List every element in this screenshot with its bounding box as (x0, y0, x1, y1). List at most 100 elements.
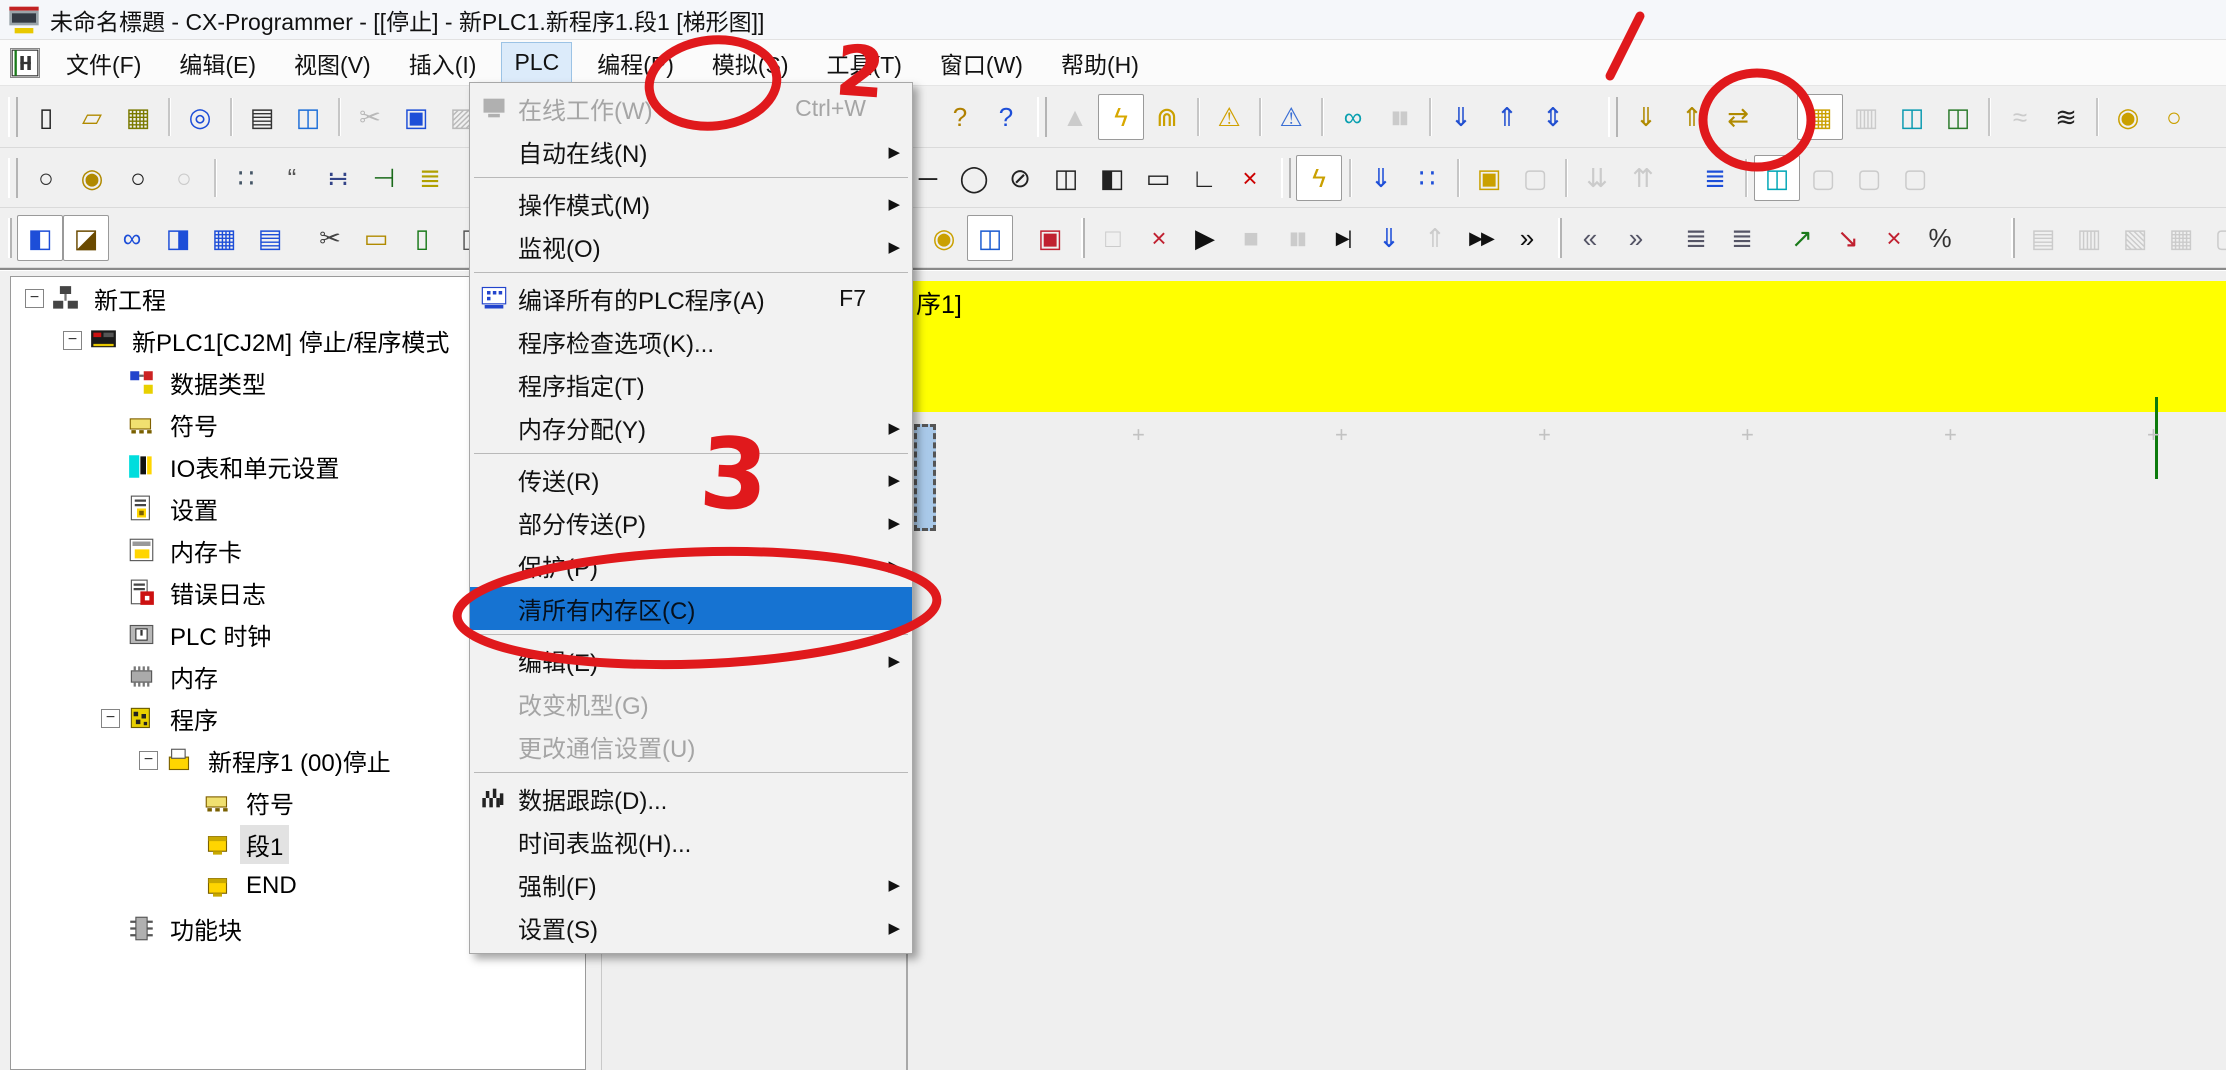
context-help-icon[interactable]: ? (983, 94, 1029, 140)
io-window-icon[interactable]: ▦ (201, 215, 247, 261)
menu-item-23[interactable]: 设置(S)▶ (470, 906, 912, 949)
run-mode-icon[interactable]: ◫ (1935, 94, 1981, 140)
menu-item-20[interactable]: 数据跟踪(D)... (470, 777, 912, 820)
tree-expand-box[interactable]: − (101, 709, 120, 728)
menu-item-6[interactable]: 编译所有的PLC程序(A)F7 (470, 277, 912, 320)
tree-expand-box[interactable]: − (139, 751, 158, 770)
open-coil-icon[interactable]: ◫ (1043, 155, 1089, 201)
online-compile-icon[interactable]: ∷ (1404, 155, 1450, 201)
toolbar-grip[interactable] (2011, 218, 2015, 258)
address-reference-icon[interactable]: ✂ (307, 215, 353, 261)
simulator-window-icon[interactable]: ▣ (1027, 215, 1073, 261)
ladder-cursor-cell[interactable] (914, 424, 936, 531)
ladder-window-icon[interactable] (10, 48, 40, 78)
quick-upload-icon[interactable]: ⇑ (1669, 94, 1715, 140)
menu-item-11[interactable]: 传送(R)▶ (470, 458, 912, 501)
grid-icon[interactable]: ∷ (223, 155, 269, 201)
menubar-item-0[interactable]: 文件(F) (54, 40, 153, 86)
open-contact-icon[interactable]: ◯ (951, 155, 997, 201)
build-window-icon[interactable]: ◪ (63, 215, 109, 261)
toolbar-grip[interactable] (8, 97, 18, 137)
menubar-item-3[interactable]: 插入(I) (397, 40, 489, 86)
menu-item-9[interactable]: 内存分配(Y)▶ (470, 406, 912, 449)
local-window-icon[interactable]: ▯ (399, 215, 445, 261)
online-edit-icon[interactable]: ▣ (1466, 155, 1512, 201)
toolbar-grip[interactable] (1037, 97, 1047, 137)
open-folder-icon[interactable]: ▱ (69, 94, 115, 140)
step-next-icon[interactable]: ▶| (1320, 215, 1366, 261)
monitor-warning-icon[interactable]: ⚠ (1268, 94, 1314, 140)
menu-item-14[interactable]: 清所有内存区(C) (470, 587, 912, 630)
app-icon[interactable] (8, 4, 40, 36)
menubar-item-1[interactable]: 编辑(E) (167, 40, 268, 86)
toolbar-grip[interactable] (1608, 97, 1618, 137)
crossref-window-icon[interactable]: ◨ (155, 215, 201, 261)
force-cancel-icon[interactable]: × (1871, 215, 1917, 261)
menubar-item-8[interactable]: 窗口(W) (928, 40, 1035, 86)
menubar-item-plc[interactable]: PLC (502, 43, 571, 82)
program-mode-icon[interactable]: ▦ (1797, 94, 1843, 140)
vertical-line-icon[interactable]: ∟ (1181, 155, 1227, 201)
rung-list-icon[interactable]: ≣ (1673, 215, 1719, 261)
rung-comment-icon[interactable]: “ (269, 155, 315, 201)
zoom-large-icon[interactable]: ○ (115, 155, 161, 201)
menu-item-21[interactable]: 时间表监视(H)... (470, 820, 912, 863)
quick-compare-icon[interactable]: ⇄ (1715, 94, 1761, 140)
watch-window-icon[interactable]: ∞ (109, 215, 155, 261)
menu-item-7[interactable]: 程序检查选项(K)... (470, 320, 912, 363)
force-off-icon[interactable]: ↘ (1825, 215, 1871, 261)
menu-item-3[interactable]: 操作模式(M)▶ (470, 182, 912, 225)
menubar-item-5[interactable]: 编程(P) (585, 40, 686, 86)
rung-comment-header[interactable]: 序1] (908, 281, 2226, 412)
rung-wrap-icon[interactable]: ≣ (1719, 215, 1765, 261)
toolbar-grip[interactable] (8, 158, 18, 198)
closed-coil-icon[interactable]: ◧ (1089, 155, 1135, 201)
window-monitor-icon[interactable]: ϟ (1296, 155, 1342, 201)
help-icon[interactable]: ? (937, 94, 983, 140)
find-report-icon[interactable]: ◎ (177, 94, 223, 140)
fast-forward-icon[interactable]: ▶▶ (1458, 215, 1504, 261)
stop-sim-icon[interactable]: × (1136, 215, 1182, 261)
menu-item-22[interactable]: 强制(F)▶ (470, 863, 912, 906)
menu-item-4[interactable]: 监视(O)▶ (470, 225, 912, 268)
output-window-icon[interactable]: ▤ (247, 215, 293, 261)
work-online-warning-icon[interactable]: ⚠ (1206, 94, 1252, 140)
online-edit-lock-icon[interactable]: ◉ (921, 215, 967, 261)
differential-monitor-icon[interactable]: % (1917, 215, 1963, 261)
play-icon[interactable]: ▶ (1182, 215, 1228, 261)
monitor-mode-icon[interactable]: ◫ (1889, 94, 1935, 140)
pause-monitor-icon[interactable]: ∞ (1330, 94, 1376, 140)
menu-item-1[interactable]: 自动在线(N)▶ (470, 130, 912, 173)
print-preview-icon[interactable]: ◫ (285, 94, 331, 140)
project-window-icon[interactable]: ◧ (17, 215, 63, 261)
menubar-item-7[interactable]: 工具(T) (815, 40, 914, 86)
indent-right-icon[interactable]: » (1613, 215, 1659, 261)
indent-left-icon[interactable]: « (1567, 215, 1613, 261)
compare-with-plc-icon[interactable]: ⇕ (1530, 94, 1576, 140)
transfer-to-plc-icon[interactable]: ⇓ (1438, 94, 1484, 140)
simulator-icon[interactable]: ◫ (967, 215, 1013, 261)
menu-item-16[interactable]: 编辑(E)▶ (470, 639, 912, 682)
menubar-item-9[interactable]: 帮助(H) (1049, 40, 1151, 86)
zoom-small-icon[interactable]: ○ (23, 155, 69, 201)
delete-vertical-icon[interactable]: × (1227, 155, 1273, 201)
copy-icon[interactable]: ▣ (393, 94, 439, 140)
auto-online-icon[interactable]: ⋒ (1144, 94, 1190, 140)
zoom-check-icon[interactable]: ◉ (69, 155, 115, 201)
quick-download-icon[interactable]: ⇓ (1623, 94, 1669, 140)
print-icon[interactable]: ▤ (239, 94, 285, 140)
watch-window-cyan-icon[interactable]: ◫ (1754, 155, 1800, 201)
toolbar-grip[interactable] (1081, 218, 1085, 258)
tree-expand-box[interactable]: − (25, 289, 44, 308)
transfer-from-plc-icon[interactable]: ⇑ (1484, 94, 1530, 140)
force-on-icon[interactable]: ↗ (1779, 215, 1825, 261)
toolbar-grip[interactable] (1558, 218, 1562, 258)
ladder-symbol-icon[interactable]: ⊣ (361, 155, 407, 201)
menubar-item-2[interactable]: 视图(V) (282, 40, 383, 86)
toolbar-grip[interactable] (1281, 158, 1291, 198)
step-in-icon[interactable]: ⇓ (1366, 215, 1412, 261)
new-document-icon[interactable]: ▯ (23, 94, 69, 140)
symbol-table-icon[interactable]: ▭ (353, 215, 399, 261)
symbol-hierarchy-icon[interactable]: ≣ (1692, 155, 1738, 201)
menu-item-8[interactable]: 程序指定(T) (470, 363, 912, 406)
